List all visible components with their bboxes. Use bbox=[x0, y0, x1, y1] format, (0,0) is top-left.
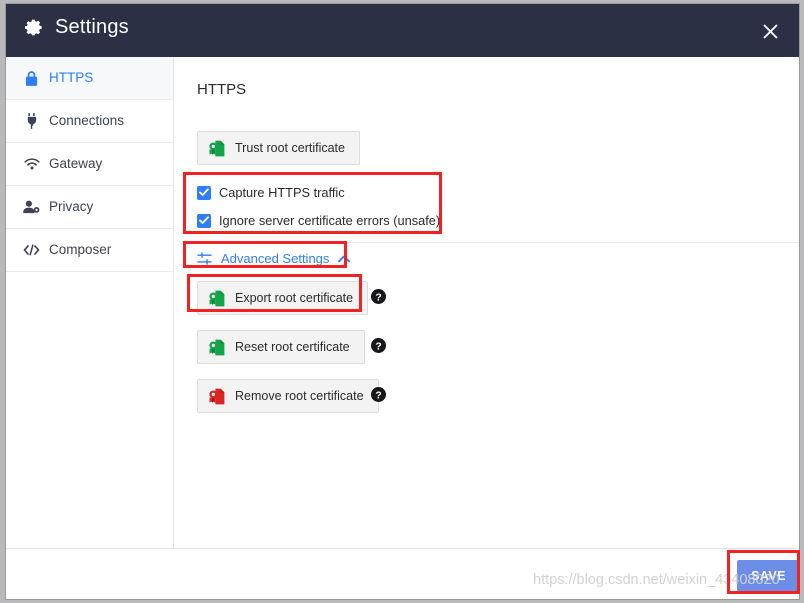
gear-icon bbox=[25, 19, 42, 35]
section-divider bbox=[197, 242, 799, 243]
save-button[interactable]: SAVE bbox=[737, 560, 799, 592]
button-label: Trust root certificate bbox=[235, 141, 345, 155]
advanced-settings-toggle[interactable]: Advanced Settings bbox=[197, 251, 351, 266]
export-root-certificate-button[interactable]: Export root certificate bbox=[197, 281, 369, 315]
settings-content-panel: HTTPS Trust root certificate Capture HTT… bbox=[175, 57, 799, 548]
sidebar-item-composer[interactable]: Composer bbox=[6, 229, 173, 272]
svg-text:?: ? bbox=[375, 341, 381, 352]
reset-root-certificate-button[interactable]: Reset root certificate bbox=[197, 330, 365, 364]
sidebar-item-gateway[interactable]: Gateway bbox=[6, 143, 173, 186]
sidebar-item-label: HTTPS bbox=[49, 70, 94, 86]
help-icon[interactable]: ? bbox=[371, 338, 386, 353]
help-icon[interactable]: ? bbox=[371, 289, 386, 304]
sidebar-item-https[interactable]: HTTPS bbox=[6, 57, 173, 100]
help-icon[interactable]: ? bbox=[371, 387, 386, 402]
sidebar-item-label: Connections bbox=[49, 113, 125, 129]
button-label: Remove root certificate bbox=[235, 389, 364, 403]
title-group: Settings bbox=[25, 17, 129, 37]
checkbox-label: Ignore server certificate errors (unsafe… bbox=[219, 213, 441, 228]
certificate-icon-red bbox=[209, 388, 225, 404]
window-title: Settings bbox=[55, 16, 129, 38]
certificate-icon-green bbox=[209, 339, 225, 355]
checkbox-checked-icon bbox=[197, 213, 211, 228]
capture-https-traffic-checkbox[interactable]: Capture HTTPS traffic bbox=[197, 185, 345, 200]
advanced-settings-label: Advanced Settings bbox=[221, 251, 330, 266]
lock-icon bbox=[23, 70, 40, 86]
certificate-icon-green bbox=[209, 290, 225, 306]
sidebar-item-privacy[interactable]: Privacy bbox=[6, 186, 173, 229]
code-icon bbox=[23, 242, 40, 258]
screenshot-root: Settings HTTPS Connections Gateway Priva… bbox=[0, 0, 804, 603]
settings-sidebar: HTTPS Connections Gateway Privacy Compos… bbox=[6, 57, 174, 548]
chevron-up-icon bbox=[338, 254, 351, 262]
remove-root-certificate-button[interactable]: Remove root certificate bbox=[197, 379, 379, 413]
wifi-icon bbox=[23, 156, 40, 172]
trust-root-certificate-button[interactable]: Trust root certificate bbox=[197, 131, 360, 165]
window-titlebar: Settings bbox=[6, 4, 799, 57]
checkbox-label: Capture HTTPS traffic bbox=[219, 185, 345, 200]
user-cog-icon bbox=[23, 199, 40, 215]
settings-window: Settings HTTPS Connections Gateway Priva… bbox=[5, 3, 800, 600]
sidebar-item-label: Privacy bbox=[49, 199, 94, 215]
svg-text:?: ? bbox=[375, 292, 381, 303]
close-button[interactable] bbox=[757, 18, 783, 44]
button-label: Reset root certificate bbox=[235, 340, 350, 354]
sidebar-item-label: Composer bbox=[49, 242, 112, 258]
close-icon bbox=[763, 24, 777, 38]
ignore-cert-errors-checkbox[interactable]: Ignore server certificate errors (unsafe… bbox=[197, 213, 440, 228]
sliders-icon bbox=[197, 251, 212, 265]
dialog-footer: SAVE bbox=[6, 548, 799, 599]
sidebar-item-label: Gateway bbox=[49, 156, 103, 172]
button-label: Export root certificate bbox=[235, 291, 354, 305]
plug-icon bbox=[23, 113, 40, 129]
svg-text:?: ? bbox=[375, 390, 381, 401]
certificate-icon-green bbox=[209, 140, 225, 156]
page-title: HTTPS bbox=[197, 81, 247, 98]
sidebar-item-connections[interactable]: Connections bbox=[6, 100, 173, 143]
checkbox-checked-icon bbox=[197, 185, 211, 200]
